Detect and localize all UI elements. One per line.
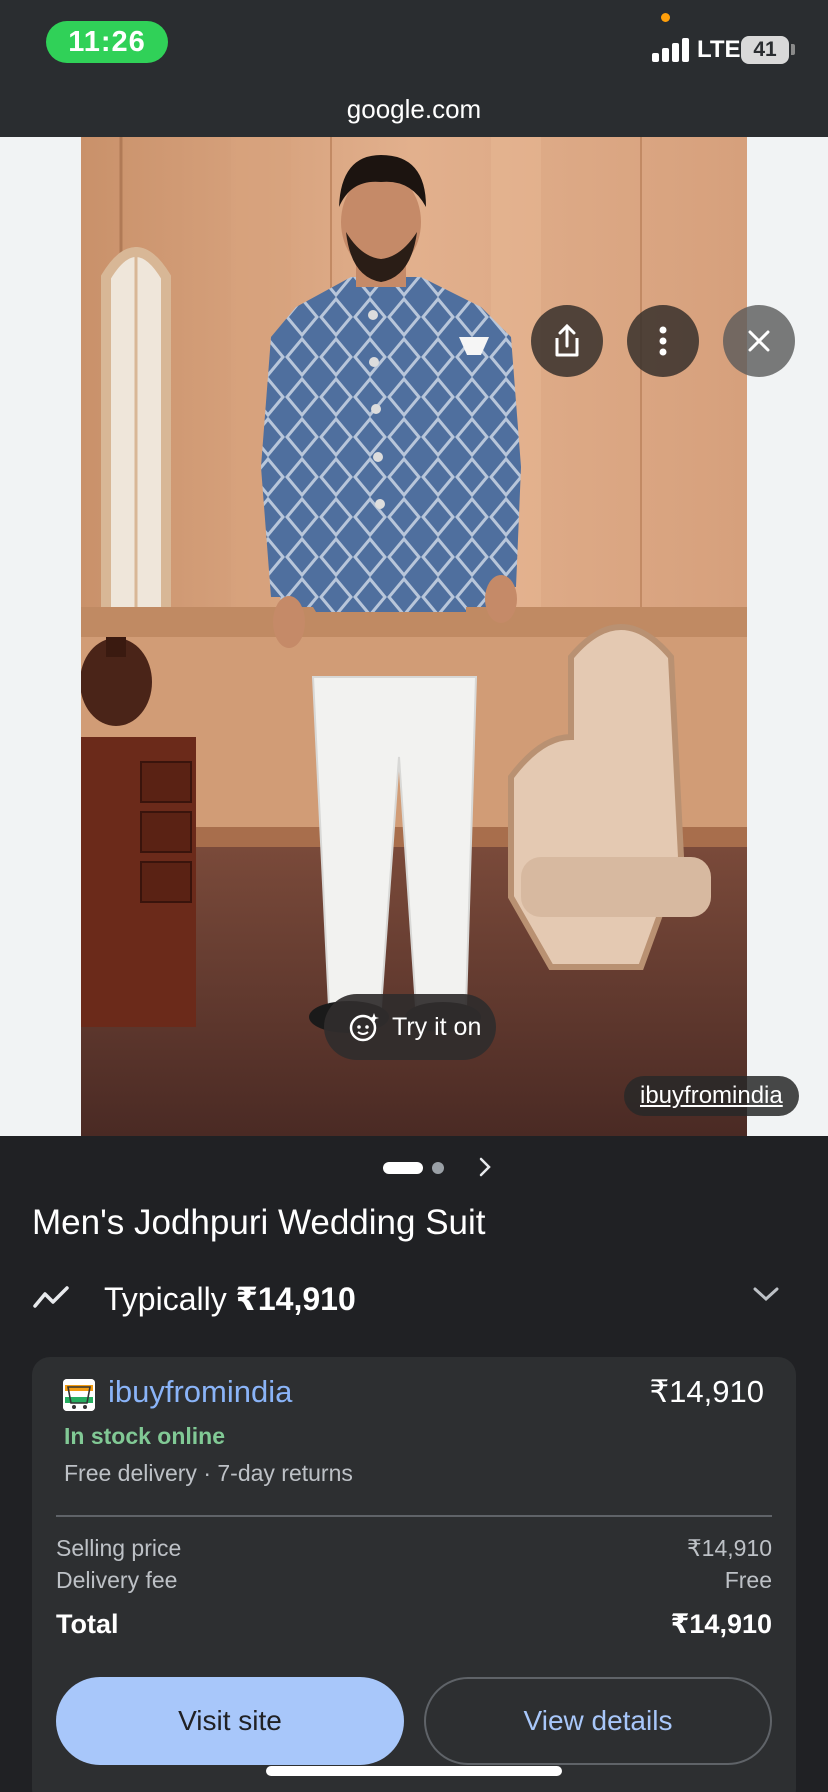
typical-price-row[interactable]: Typically ₹14,910 [32,1274,796,1322]
delivery-fee-value: Free [724,1567,772,1593]
selling-price-row: Selling price ₹14,910 [56,1535,772,1562]
typical-prefix: Typically [104,1281,236,1317]
more-options-button[interactable] [627,305,699,377]
total-row: Total ₹14,910 [56,1609,772,1640]
url-text[interactable]: google.com [0,94,828,125]
status-time: 11:26 [46,21,168,63]
battery-indicator: 41 [741,36,789,64]
store-name-link[interactable]: ibuyfromindia [108,1374,292,1410]
privacy-indicator-dot [661,13,670,22]
divider [56,1515,772,1517]
view-details-button[interactable]: View details [424,1677,772,1765]
offer-card: ibuyfromindia ₹14,910 In stock online Fr… [32,1357,796,1792]
visit-site-button[interactable]: Visit site [56,1677,404,1765]
share-button[interactable] [531,305,603,377]
selling-price-label: Selling price [56,1535,182,1561]
total-label: Total [56,1609,119,1639]
close-button[interactable] [723,305,795,377]
sparkle-face-icon [349,1013,379,1042]
battery-cap [791,44,795,55]
store-favicon [63,1379,95,1411]
carousel-dot-active[interactable] [383,1162,423,1174]
more-vert-icon [659,326,667,356]
delivery-info: Free delivery · 7-day returns [64,1460,353,1486]
signal-strength-icon [652,38,690,62]
carousel-indicator [0,1157,828,1178]
status-bar: 11:26 LTE 41 [0,0,828,82]
chevron-down-icon[interactable] [752,1284,780,1304]
close-icon [748,330,770,352]
total-value: ₹14,910 [670,1609,772,1639]
image-viewer: Try it on ibuyfromindia [0,137,828,1136]
home-indicator[interactable] [266,1766,562,1776]
delivery-fee-label: Delivery fee [56,1567,178,1593]
trend-icon [33,1286,69,1308]
product-image[interactable] [81,137,747,1136]
product-title: Men's Jodhpuri Wedding Suit [32,1203,486,1242]
try-it-on-button[interactable]: Try it on [324,994,496,1060]
typical-price-value: ₹14,910 [235,1281,356,1317]
network-type: LTE [697,36,741,63]
typical-price-label: Typically ₹14,910 [104,1280,356,1318]
stock-status: In stock online [64,1423,226,1449]
chevron-right-icon[interactable] [474,1154,496,1180]
address-bar[interactable]: google.com [0,82,828,137]
carousel-dot[interactable] [432,1162,444,1174]
try-it-on-label: Try it on [392,1012,482,1041]
selling-price-value: ₹14,910 [687,1535,772,1561]
delivery-fee-row: Delivery fee Free [56,1567,772,1594]
image-source-link[interactable]: ibuyfromindia [624,1076,799,1116]
share-icon [555,324,579,357]
offer-price: ₹14,910 [649,1374,764,1409]
